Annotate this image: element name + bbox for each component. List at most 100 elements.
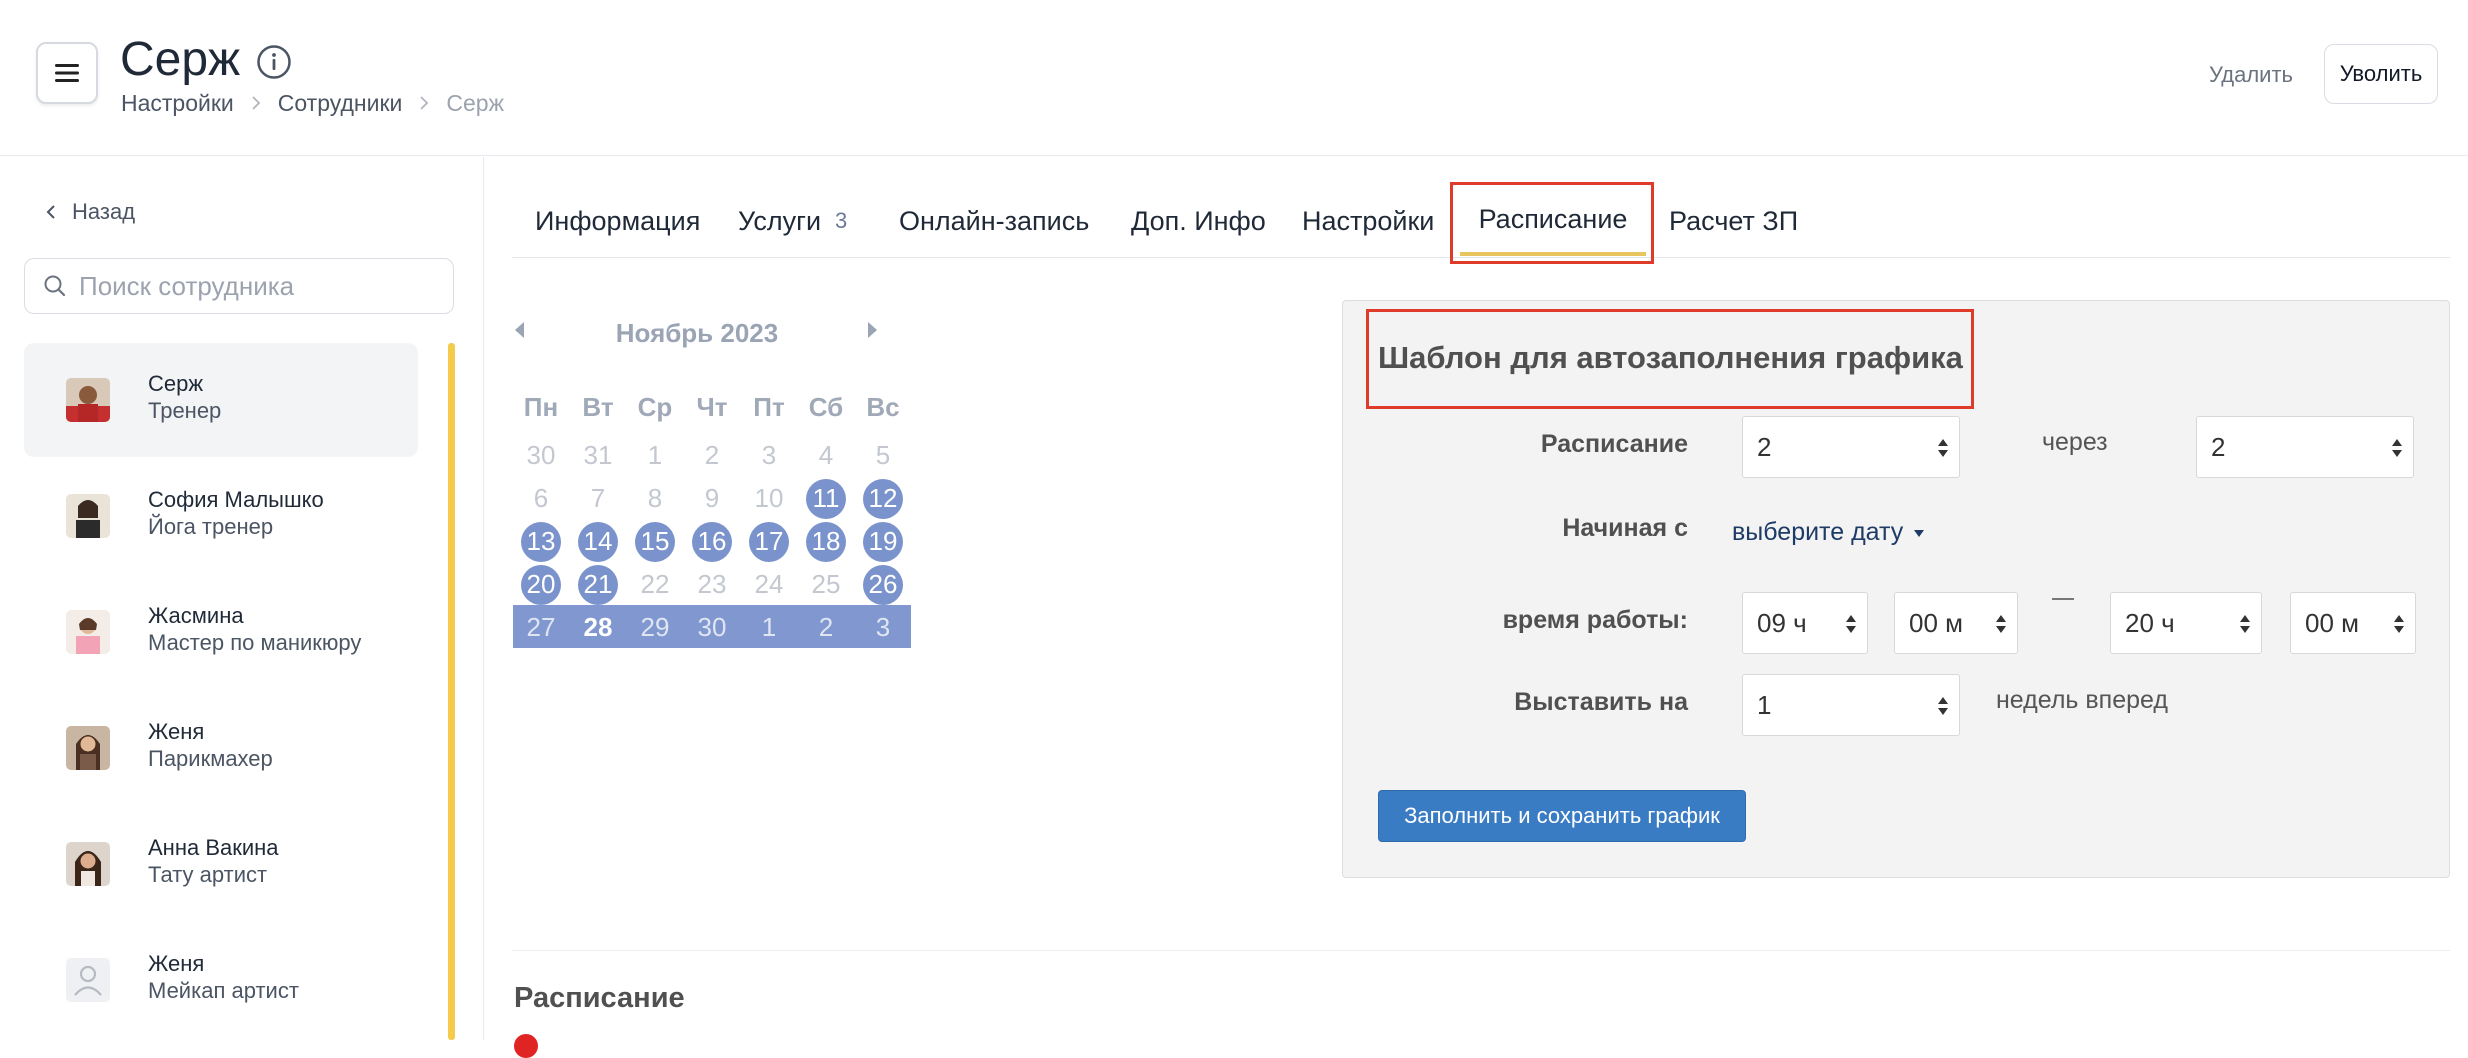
calendar-day-number: 26 — [868, 569, 898, 599]
calendar-month-title: Ноябрь 2023 — [615, 318, 779, 348]
weekday-header: Вс — [866, 392, 900, 422]
calendar-day[interactable]: 31 — [570, 434, 626, 477]
calendar-day-number: 29 — [640, 612, 670, 642]
breadcrumb-item-current: Серж — [446, 90, 504, 116]
avatar — [66, 494, 110, 538]
calendar-day[interactable]: 3 — [855, 606, 911, 649]
calendar-day[interactable]: 22 — [627, 563, 683, 606]
calendar-day-number: 13 — [526, 526, 556, 556]
tab-information[interactable]: Информация — [535, 186, 700, 256]
calendar-day-number: 8 — [647, 483, 663, 513]
employee-name: Анна Вакина — [148, 835, 279, 860]
tab-services[interactable]: Услуги 3 — [738, 186, 847, 256]
calendar-day[interactable]: 19 — [855, 520, 911, 563]
calendar-day[interactable]: 3 — [741, 434, 797, 477]
calendar-day[interactable]: 9 — [684, 477, 740, 520]
delete-button[interactable]: Удалить — [2196, 50, 2306, 100]
stepper-arrows-icon — [2392, 439, 2402, 457]
end-minute-select[interactable]: 00 м — [2290, 592, 2416, 654]
calendar-day[interactable]: 21 — [570, 563, 626, 606]
search-input[interactable] — [77, 269, 437, 303]
weeks-ahead-select[interactable]: 1 — [1742, 674, 1960, 736]
calendar-day[interactable]: 15 — [627, 520, 683, 563]
calendar-day-number: 15 — [640, 526, 670, 556]
calendar-day[interactable]: 12 — [855, 477, 911, 520]
employee-item-zhasmina[interactable]: Жасмина Мастер по маникюру — [24, 575, 418, 689]
calendar-day-number: 9 — [704, 483, 720, 513]
calendar-day[interactable]: 2 — [684, 434, 740, 477]
scrollbar[interactable] — [448, 343, 455, 1040]
tab-salary[interactable]: Расчет ЗП — [1669, 186, 1798, 256]
calendar-day[interactable]: 24 — [741, 563, 797, 606]
weekday-header: Пн — [523, 392, 559, 422]
calendar-day[interactable]: 2 — [798, 606, 854, 649]
select-value: 2 — [2211, 431, 2226, 462]
calendar-day-number: 16 — [697, 526, 727, 556]
calendar-day[interactable]: 20 — [513, 563, 569, 606]
hamburger-icon — [55, 64, 79, 82]
next-month-icon[interactable] — [866, 320, 880, 340]
calendar-day[interactable]: 1 — [741, 606, 797, 649]
menu-button[interactable] — [36, 42, 98, 104]
calendar-day[interactable]: 1 — [627, 434, 683, 477]
employee-item-serzh[interactable]: Серж Тренер — [24, 343, 418, 457]
calendar-day[interactable]: 18 — [798, 520, 854, 563]
weekday-header: Сб — [808, 392, 844, 422]
calendar-day[interactable]: 27 — [513, 606, 569, 649]
calendar-day[interactable]: 23 — [684, 563, 740, 606]
calendar-day[interactable]: 7 — [570, 477, 626, 520]
calendar-day[interactable]: 28 — [570, 606, 626, 649]
fire-button[interactable]: Уволить — [2324, 44, 2438, 104]
employee-item-zhenya-makeup[interactable]: Женя Мейкап артист — [24, 923, 418, 1037]
info-icon[interactable] — [256, 44, 292, 80]
breadcrumb: Настройки Сотрудники Серж — [121, 88, 504, 118]
calendar-day[interactable]: 5 — [855, 434, 911, 477]
calendar-day[interactable]: 30 — [513, 434, 569, 477]
through-select[interactable]: 2 — [2196, 416, 2414, 478]
calendar-day[interactable]: 6 — [513, 477, 569, 520]
tab-settings[interactable]: Настройки — [1302, 186, 1434, 256]
employee-item-zhenya[interactable]: Женя Парикмахер — [24, 691, 418, 805]
calendar-day-number: 21 — [583, 569, 613, 599]
breadcrumb-item-employees[interactable]: Сотрудники — [278, 88, 403, 118]
employee-name: Женя — [148, 951, 205, 976]
calendar-day[interactable]: 17 — [741, 520, 797, 563]
start-hour-select[interactable]: 09 ч — [1742, 592, 1868, 654]
calendar-day[interactable]: 4 — [798, 434, 854, 477]
page-header: Серж Настройки Сотрудники Серж Удалить У… — [0, 0, 2468, 156]
weekday-header: Ср — [637, 392, 673, 422]
tab-extra-info[interactable]: Доп. Инфо — [1131, 186, 1266, 256]
employee-search[interactable] — [24, 258, 454, 314]
breadcrumb-item-settings[interactable]: Настройки — [121, 88, 234, 118]
calendar-day[interactable]: 30 — [684, 606, 740, 649]
calendar-day[interactable]: 10 — [741, 477, 797, 520]
schedule-select[interactable]: 2 — [1742, 416, 1960, 478]
calendar-day[interactable]: 11 — [798, 477, 854, 520]
calendar-day[interactable]: 29 — [627, 606, 683, 649]
tab-online-booking[interactable]: Онлайн-запись — [899, 186, 1089, 256]
employee-item-anna[interactable]: Анна Вакина Тату артист — [24, 807, 418, 921]
weekday-header: Пт — [753, 392, 785, 422]
calendar-day-number: 7 — [590, 483, 606, 513]
employee-item-sofia[interactable]: София Малышко Йога тренер — [24, 459, 418, 573]
avatar — [66, 726, 110, 770]
fill-and-save-button[interactable]: Заполнить и сохранить график — [1378, 790, 1746, 842]
highlight-box-tab — [1450, 182, 1654, 264]
employee-name: Серж — [148, 371, 204, 396]
end-hour-select[interactable]: 20 ч — [2110, 592, 2262, 654]
date-picker-link[interactable]: выберите дату — [1732, 518, 1925, 547]
employee-role: Тату артист — [148, 862, 268, 887]
calendar-day[interactable]: 14 — [570, 520, 626, 563]
calendar-day[interactable]: 26 — [855, 563, 911, 606]
chevron-left-icon — [46, 205, 55, 219]
search-icon — [44, 275, 66, 297]
back-link[interactable]: Назад — [44, 199, 135, 225]
start-minute-select[interactable]: 00 м — [1894, 592, 2018, 654]
caret-down-icon — [1914, 529, 1925, 537]
prev-month-icon[interactable] — [512, 320, 526, 340]
calendar-day[interactable]: 13 — [513, 520, 569, 563]
calendar-day[interactable]: 8 — [627, 477, 683, 520]
calendar-day[interactable]: 25 — [798, 563, 854, 606]
calendar-day[interactable]: 16 — [684, 520, 740, 563]
calendar-day-number: 3 — [875, 612, 891, 642]
